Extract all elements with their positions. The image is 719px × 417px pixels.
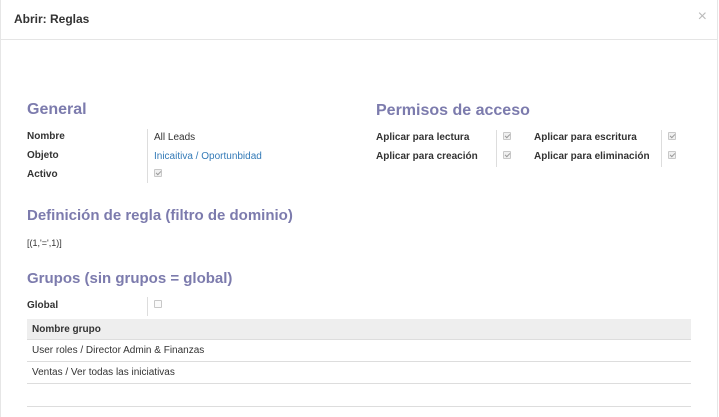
global-label: Global (27, 300, 59, 311)
domain-section-title: Definición de regla (filtro de dominio) (27, 207, 293, 224)
name-field[interactable]: All Leads (154, 132, 195, 143)
footer-divider (27, 406, 691, 407)
permissions-section-title: Permisos de acceso (376, 102, 530, 119)
write-checkbox[interactable] (668, 132, 676, 140)
perm-separator-right (661, 130, 662, 167)
write-label: Aplicar para escritura (534, 132, 637, 143)
object-link[interactable]: Inicaitiva / Oportunbidad (154, 151, 262, 162)
dialog-header: Abrir: Reglas × (1, 0, 717, 40)
active-label: Activo (27, 169, 58, 180)
group-name-cell: Ventas / Ver todas las iniciativas (32, 367, 175, 378)
groups-table-header: Nombre grupo (27, 319, 691, 340)
unlink-label: Aplicar para eliminación (534, 151, 650, 162)
column-header-group-name[interactable]: Nombre grupo (27, 319, 101, 340)
close-icon[interactable]: × (698, 9, 707, 25)
domain-filter-value[interactable]: [(1,'=',1)] (27, 238, 62, 248)
table-row[interactable]: Ventas / Ver todas las iniciativas (27, 362, 691, 384)
rule-dialog: Abrir: Reglas × General Nombre All Leads… (0, 0, 718, 417)
global-separator (147, 297, 148, 316)
table-row[interactable]: User roles / Director Admin & Finanzas (27, 340, 691, 362)
read-label: Aplicar para lectura (376, 132, 470, 143)
active-checkbox[interactable] (154, 169, 162, 177)
name-label: Nombre (27, 131, 65, 142)
general-separator (147, 129, 148, 183)
dialog-title: Abrir: Reglas (14, 12, 90, 26)
group-name-cell: User roles / Director Admin & Finanzas (32, 345, 205, 356)
global-checkbox[interactable] (154, 300, 162, 308)
general-section-title: General (27, 101, 87, 118)
object-label: Objeto (27, 150, 59, 161)
read-checkbox[interactable] (503, 132, 511, 140)
create-label: Aplicar para creación (376, 151, 478, 162)
create-checkbox[interactable] (503, 151, 511, 159)
unlink-checkbox[interactable] (668, 151, 676, 159)
groups-table: Nombre grupo User roles / Director Admin… (27, 319, 691, 384)
perm-separator-left (496, 130, 497, 167)
groups-section-title: Grupos (sin grupos = global) (27, 270, 233, 287)
